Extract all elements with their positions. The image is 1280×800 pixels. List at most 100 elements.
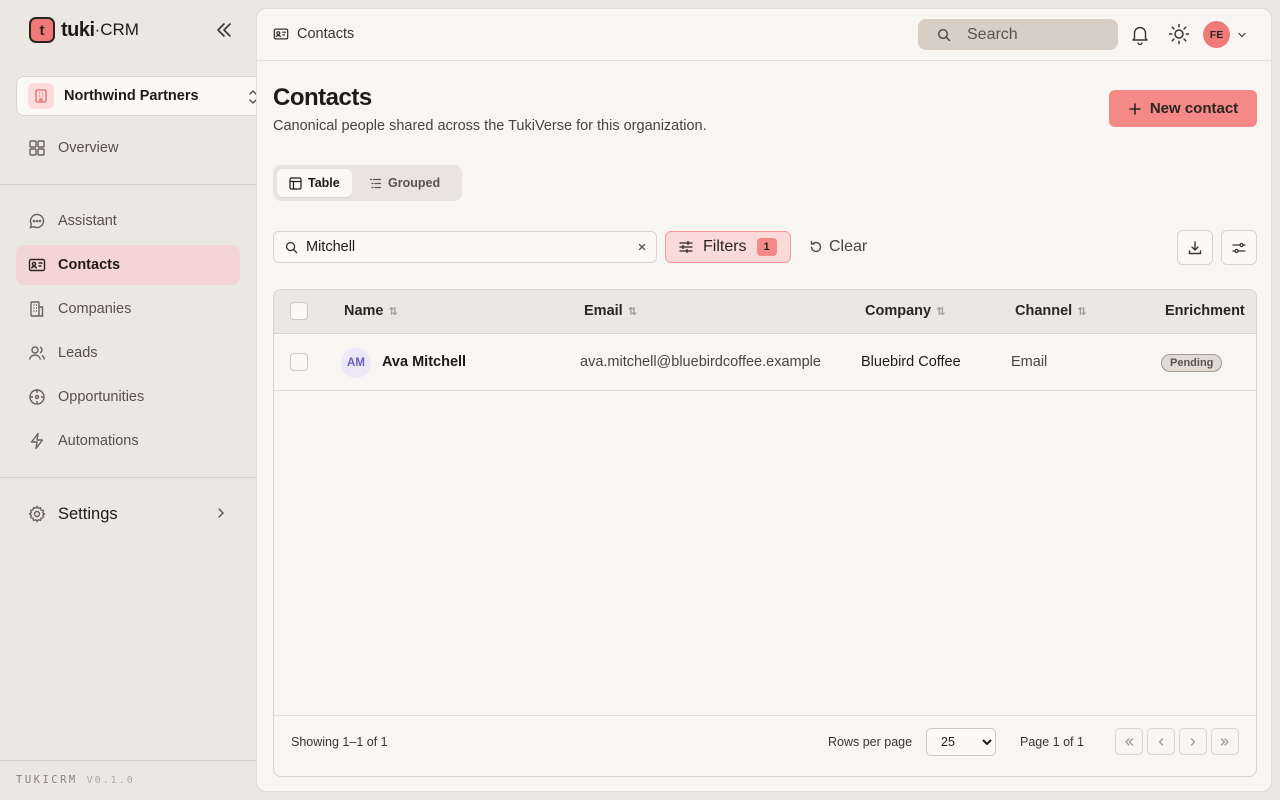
new-contact-button[interactable]: New contact <box>1109 90 1257 127</box>
table-header: Name ⇅ Email ⇅ Company ⇅ Channel ⇅ Enrichmen… <box>274 290 1256 334</box>
reset-icon <box>809 240 823 254</box>
plus-icon <box>1128 102 1142 116</box>
sidebar-item-automations[interactable]: Automations <box>16 421 240 461</box>
notifications-bell-icon[interactable] <box>1129 23 1151 45</box>
brand-logo-icon: t <box>29 17 55 43</box>
chevron-right-icon <box>1187 736 1199 748</box>
clear-filters-button[interactable]: Clear <box>809 238 867 256</box>
contact-name[interactable]: Ava Mitchell <box>382 354 466 370</box>
theme-toggle-sun-icon[interactable] <box>1167 22 1191 46</box>
select-all-checkbox[interactable] <box>290 302 308 320</box>
sidebar-item-label: Overview <box>58 140 119 156</box>
first-page-button[interactable] <box>1115 728 1143 755</box>
avatar: AM <box>341 348 371 378</box>
chevrons-left-icon <box>1123 736 1135 748</box>
table-footer: Showing 1–1 of 1 Rows per page 25 Page 1… <box>274 715 1256 767</box>
header-label: Company <box>865 303 932 319</box>
sidebar-item-settings[interactable]: Settings <box>16 494 240 534</box>
breadcrumb-label: Contacts <box>297 26 355 42</box>
sidebar-item-label: Assistant <box>58 213 117 229</box>
column-header-channel[interactable]: Channel ⇅ <box>1015 303 1086 319</box>
tab-label: Grouped <box>388 176 441 190</box>
export-button[interactable] <box>1177 230 1213 265</box>
list-tree-icon <box>369 177 382 190</box>
sidebar-item-opportunities[interactable]: Opportunities <box>16 377 240 417</box>
avatar: FE <box>1203 21 1230 48</box>
contact-card-icon <box>273 26 289 42</box>
new-contact-label: New contact <box>1149 100 1239 117</box>
global-search-button[interactable]: Search <box>918 19 1118 50</box>
sidebar-divider <box>0 184 256 185</box>
page-indicator: Page 1 of 1 <box>1020 735 1084 749</box>
topbar: Contacts Search FE <box>257 9 1271 61</box>
filters-count-badge: 1 <box>756 238 777 256</box>
tab-grouped[interactable]: Grouped <box>357 169 452 197</box>
app-version: TUKICRM V0.1.0 <box>16 774 135 786</box>
clear-search-icon[interactable] <box>637 242 647 252</box>
column-header-name[interactable]: Name ⇅ <box>344 303 398 319</box>
building-icon <box>28 300 46 318</box>
column-header-enrichment[interactable]: Enrichment <box>1165 303 1245 319</box>
status-badge: Pending <box>1161 354 1223 372</box>
rows-per-page-label: Rows per page <box>828 735 913 749</box>
header-label: Channel <box>1015 303 1073 319</box>
clear-label: Clear <box>829 238 868 255</box>
last-page-button[interactable] <box>1211 728 1239 755</box>
search-label: Search <box>967 25 1018 43</box>
sidebar-item-label: Leads <box>58 345 98 361</box>
sidebar-item-label: Companies <box>58 301 132 317</box>
contact-company[interactable]: Bluebird Coffee <box>861 354 961 370</box>
sidebar-item-overview[interactable]: Overview <box>16 128 240 168</box>
page-title: Contacts <box>273 84 372 111</box>
column-header-company[interactable]: Company ⇅ <box>865 303 945 319</box>
page-subtitle: Canonical people shared across the TukiV… <box>273 118 707 134</box>
row-checkbox[interactable] <box>290 353 308 371</box>
sidebar-item-assistant[interactable]: Assistant <box>16 201 240 241</box>
organization-name: Northwind Partners <box>64 88 199 104</box>
table-row[interactable]: AM Ava Mitchell ava.mitchell@bluebirdcof… <box>274 334 1256 391</box>
lightning-icon <box>28 432 46 450</box>
brand-suffix: ·CRM <box>94 20 139 39</box>
grid-icon <box>28 139 46 157</box>
organization-switcher[interactable]: Northwind Partners <box>16 76 264 116</box>
sidebar-item-label: Opportunities <box>58 389 145 405</box>
table-icon <box>289 176 302 190</box>
sidebar-item-companies[interactable]: Companies <box>16 289 240 329</box>
chat-bubble-icon <box>28 212 46 230</box>
footer-brand: TUKICRM <box>16 774 78 786</box>
sidebar-item-leads[interactable]: Leads <box>16 333 240 373</box>
users-icon <box>28 344 46 362</box>
next-page-button[interactable] <box>1179 728 1207 755</box>
sidebar: t tuki ·CRM Northwind Partners Overview A… <box>0 0 264 800</box>
sidebar-item-label: Automations <box>58 433 139 449</box>
sort-icon: ⇅ <box>936 305 946 318</box>
chevron-right-icon <box>216 506 226 520</box>
tab-table[interactable]: Table <box>277 169 352 197</box>
breadcrumb[interactable]: Contacts <box>273 26 354 42</box>
sidebar-item-contacts[interactable]: Contacts <box>16 245 240 285</box>
column-header-email[interactable]: Email ⇅ <box>584 303 637 319</box>
chevrons-right-icon <box>1219 736 1231 748</box>
contacts-table: Name ⇅ Email ⇅ Company ⇅ Channel ⇅ Enrichmen… <box>273 289 1257 777</box>
user-menu-button[interactable]: FE <box>1203 21 1248 48</box>
gear-icon <box>28 505 46 523</box>
main-panel: Contacts Search FE Contacts Canonical pe… <box>256 8 1272 792</box>
contact-search-field[interactable] <box>273 231 657 263</box>
prev-page-button[interactable] <box>1147 728 1175 755</box>
results-count: Showing 1–1 of 1 <box>291 735 388 749</box>
header-label: Enrichment <box>1165 303 1245 319</box>
contact-channel: Email <box>1011 354 1048 370</box>
chevron-left-icon <box>1155 736 1167 748</box>
version-label: V0.1.0 <box>86 775 135 786</box>
sidebar-divider <box>0 477 256 478</box>
brand[interactable]: t tuki ·CRM <box>29 17 139 43</box>
brand-name: tuki <box>61 18 95 41</box>
target-icon <box>28 388 46 406</box>
column-settings-button[interactable] <box>1221 230 1257 265</box>
filters-button[interactable]: Filters 1 <box>665 231 791 263</box>
contact-card-icon <box>28 256 46 274</box>
contact-search-input[interactable] <box>306 239 606 255</box>
rows-per-page-select[interactable]: 25 <box>926 728 996 756</box>
collapse-sidebar-icon[interactable] <box>214 21 234 39</box>
sort-icon: ⇅ <box>627 305 637 318</box>
